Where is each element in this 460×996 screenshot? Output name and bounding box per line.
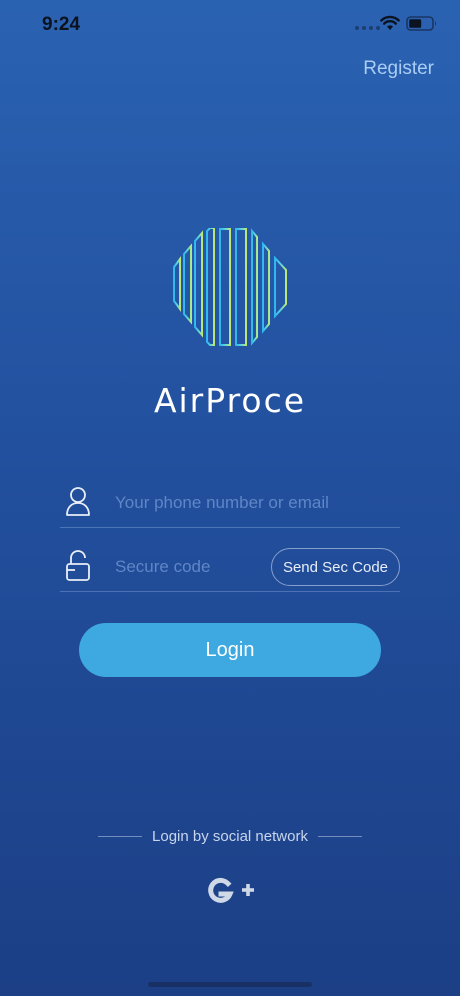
secure-code-input[interactable]: [115, 552, 265, 582]
login-button[interactable]: Login: [79, 623, 381, 677]
secure-code-field-row: Send Sec Code: [60, 540, 400, 592]
user-icon: [66, 487, 90, 516]
account-input[interactable]: [115, 488, 385, 518]
register-link[interactable]: Register: [363, 58, 434, 80]
home-indicator[interactable]: [148, 982, 312, 987]
status-time: 9:24: [42, 14, 81, 35]
divider-line-right: [317, 835, 362, 837]
cellular-signal-icon: [355, 26, 380, 30]
google-plus-icon[interactable]: [206, 874, 256, 908]
status-bar: 9:24: [0, 0, 460, 50]
brand-name: AirProce: [153, 381, 307, 420]
battery-icon: [406, 16, 436, 31]
wifi-icon: [380, 15, 400, 30]
send-sec-code-button[interactable]: Send Sec Code: [271, 548, 400, 586]
lock-icon: [66, 550, 90, 581]
account-field-row: [60, 476, 400, 528]
social-login-divider: Login by social network: [0, 826, 460, 846]
airproce-logo-icon: [173, 228, 287, 346]
social-login-label: Login by social network: [152, 827, 308, 845]
divider-line-left: [98, 835, 143, 837]
